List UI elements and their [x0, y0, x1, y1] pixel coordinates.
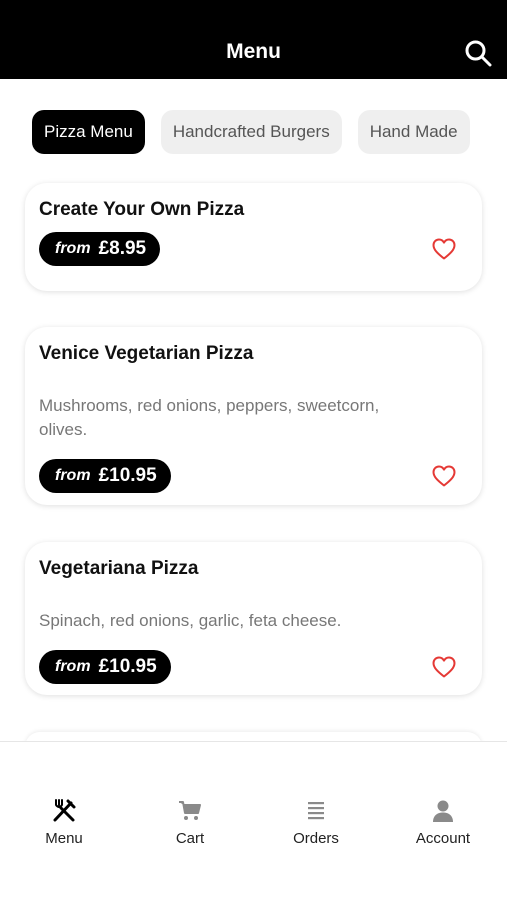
tab-account-label: Account: [415, 830, 471, 847]
search-icon[interactable]: [464, 39, 492, 67]
page-title: Menu: [226, 40, 281, 63]
menu-item-description: Spinach, red onions, garlic, feta cheese…: [39, 611, 342, 630]
tab-account[interactable]: Account: [380, 742, 506, 862]
tab-hand-made[interactable]: Hand Made: [357, 110, 470, 154]
menu-item-name: Create Your Own Pizza: [39, 199, 245, 220]
price-prefix: from: [55, 658, 91, 675]
category-tabs-scroller[interactable]: Pizza Menu Handcrafted Burgers Hand Made: [32, 110, 482, 156]
price-badge: from £10.95: [39, 650, 171, 684]
menu-item-card[interactable]: Vegetariana Pizza Spinach, red onions, g…: [25, 542, 482, 695]
tab-menu-label: Menu: [45, 830, 83, 847]
tab-cart-label: Cart: [175, 830, 205, 847]
tab-cart[interactable]: Cart: [127, 742, 253, 862]
menu-item-name: Vegetariana Pizza: [39, 558, 199, 579]
tab-handcrafted-burgers[interactable]: Handcrafted Burgers: [160, 110, 342, 154]
heart-outline-icon[interactable]: [432, 656, 456, 678]
person-icon: [433, 800, 453, 822]
list-icon: [308, 802, 324, 820]
price-badge: from £8.95: [39, 232, 161, 266]
price-value: £10.95: [98, 465, 157, 486]
price-prefix: from: [55, 240, 91, 257]
tab-orders-label: Orders: [293, 830, 339, 847]
price-value: £10.95: [98, 656, 157, 677]
price-badge: from £10.95: [39, 459, 171, 493]
bottom-tab-bar: Menu Cart Orders Account: [0, 741, 507, 900]
menu-item-name: Venice Vegetarian Pizza: [39, 343, 254, 364]
menu-item-description: Mushrooms, red onions, peppers, sweetcor…: [39, 396, 380, 439]
tab-orders[interactable]: Orders: [253, 742, 379, 862]
menu-item-card[interactable]: Venice Vegetarian Pizza Mushrooms, red o…: [25, 327, 482, 505]
heart-outline-icon[interactable]: [432, 465, 456, 487]
tab-menu[interactable]: Menu: [1, 742, 127, 862]
cart-icon: [179, 801, 201, 820]
fork-knife-icon: [53, 799, 76, 822]
category-tabs: Pizza Menu Handcrafted Burgers Hand Made: [0, 110, 507, 156]
price-value: £8.95: [98, 238, 147, 259]
heart-outline-icon[interactable]: [432, 238, 456, 260]
header-bar: Menu: [0, 0, 507, 79]
tab-pizza-menu[interactable]: Pizza Menu: [32, 110, 145, 154]
price-prefix: from: [55, 467, 91, 484]
menu-item-card[interactable]: Create Your Own Pizza from £8.95: [25, 183, 482, 291]
